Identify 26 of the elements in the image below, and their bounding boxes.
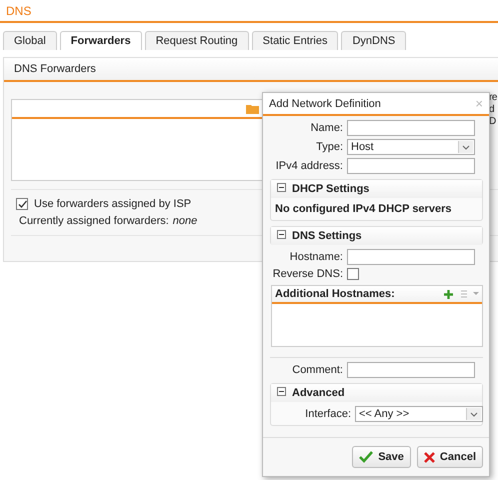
list-title: Additional Hostnames: <box>275 288 395 300</box>
assigned-label: Currently assigned forwarders: <box>19 215 169 227</box>
dhcp-message: No configured IPv4 DHCP servers <box>274 202 452 217</box>
page-title: DNS <box>0 0 498 23</box>
assigned-value: none <box>172 215 198 227</box>
tab[interactable]: Request Routing <box>144 31 249 50</box>
cancel-button[interactable]: Cancel <box>416 446 483 468</box>
field-label: Type: <box>315 141 343 153</box>
field-label: Comment: <box>291 364 343 376</box>
field-label: IPv4 address: <box>274 160 343 172</box>
field-label: Hostname: <box>288 251 343 263</box>
save-button[interactable]: Save <box>352 446 411 468</box>
field-label: Name: <box>310 122 343 134</box>
tab[interactable]: Forwarders <box>60 31 142 50</box>
section-title[interactable]: Advanced <box>292 387 345 399</box>
interface-select[interactable]: << Any >> <box>355 406 483 422</box>
panel-title: DNS Forwarders <box>4 57 498 82</box>
field-label: Interface: <box>304 408 351 420</box>
dialog-title: Add Network Definition <box>269 98 381 110</box>
type-select[interactable]: Host <box>347 139 475 155</box>
tab[interactable]: Static Entries <box>252 31 338 50</box>
field-label: Reverse DNS: <box>272 268 343 280</box>
hint-text: D <box>489 116 497 128</box>
tab[interactable]: DynDNS <box>341 31 406 50</box>
tab[interactable]: Global <box>3 31 57 50</box>
checkbox-label: Use forwarders assigned by ISP <box>34 198 192 210</box>
